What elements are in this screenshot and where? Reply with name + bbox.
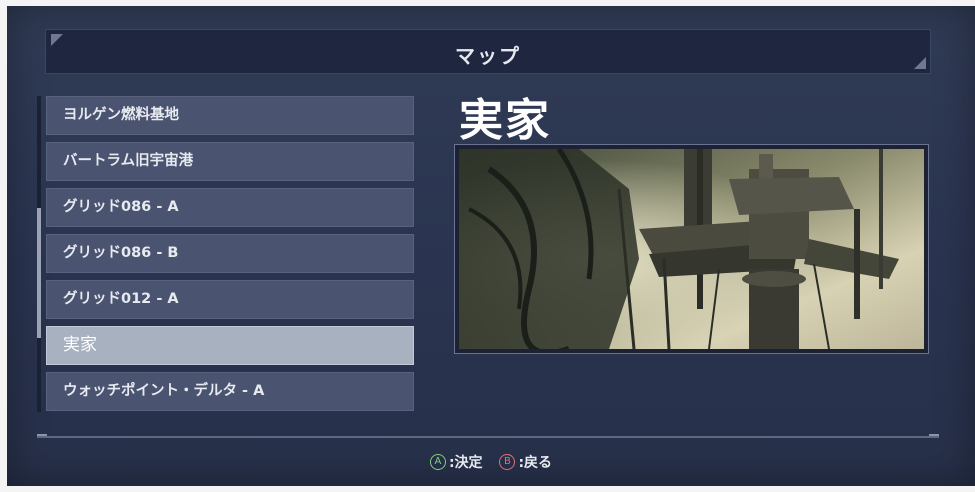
divider-cap [929, 434, 939, 436]
b-button-icon: B [499, 454, 516, 470]
map-select-screen: マップ ヨルゲン燃料基地 バートラム旧宇宙港 グリッド086 - A グリッド0… [7, 6, 975, 486]
map-preview-illustration [459, 149, 924, 349]
back-hint[interactable]: B:戻る [499, 452, 552, 472]
divider-cap [37, 434, 47, 436]
corner-decoration-icon [914, 57, 926, 69]
map-preview-image [454, 144, 929, 354]
map-list-item-label: グリッド086 - A [63, 199, 179, 215]
confirm-hint[interactable]: A:決定 [429, 452, 483, 472]
map-list-item-yorgen-fuel-base[interactable]: ヨルゲン燃料基地 [46, 96, 414, 135]
map-list-item-home[interactable]: 実家 [46, 326, 414, 365]
map-list-item-grid-086-a[interactable]: グリッド086 - A [46, 188, 414, 227]
confirm-label: :決定 [448, 455, 483, 471]
page-title: マップ [455, 44, 521, 68]
map-list-item-label: バートラム旧宇宙港 [63, 153, 194, 169]
list-scrollbar[interactable] [37, 96, 41, 412]
map-list-item-label: ヨルゲン燃料基地 [63, 107, 179, 123]
footer-divider [37, 434, 939, 438]
map-list-item-label: グリッド012 - A [63, 291, 179, 307]
map-list-item-label: 実家 [63, 335, 97, 355]
map-detail-title: 実家 [459, 95, 551, 146]
back-label: :戻る [518, 455, 553, 471]
map-list-item-watchpoint-delta-a[interactable]: ウォッチポイント・デルタ - A [46, 372, 414, 411]
list-scrollbar-thumb[interactable] [37, 208, 41, 338]
map-list-item-bertram-spaceport[interactable]: バートラム旧宇宙港 [46, 142, 414, 181]
title-bar: マップ [45, 29, 931, 74]
map-list-item-label: ウォッチポイント・デルタ - A [63, 383, 265, 399]
map-list-item-grid-086-b[interactable]: グリッド086 - B [46, 234, 414, 273]
map-list: ヨルゲン燃料基地 バートラム旧宇宙港 グリッド086 - A グリッド086 -… [46, 96, 414, 418]
map-list-item-label: グリッド086 - B [63, 245, 179, 261]
map-list-item-grid-012-a[interactable]: グリッド012 - A [46, 280, 414, 319]
button-hints: A:決定 B:戻る [7, 452, 975, 472]
a-button-icon: A [429, 454, 446, 470]
